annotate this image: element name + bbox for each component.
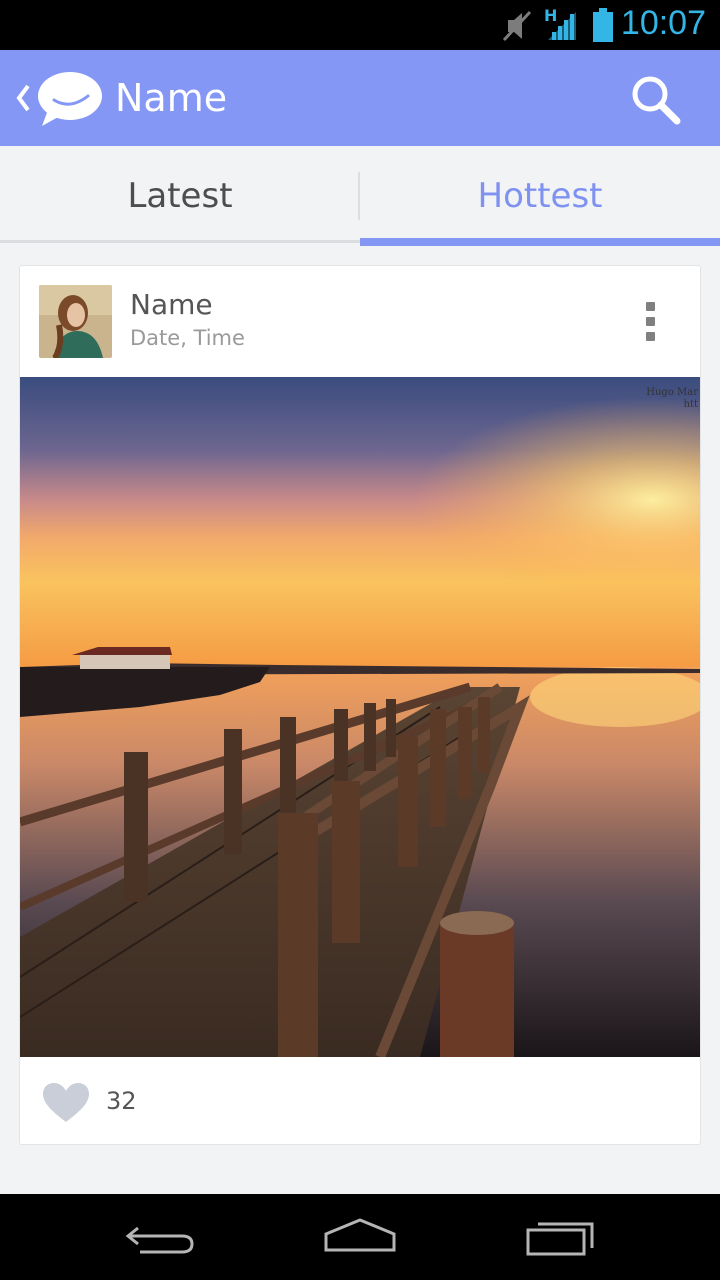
- post-photo[interactable]: Hugo Mar htt: [20, 377, 700, 1057]
- status-time: 10:07: [620, 4, 706, 42]
- signal-icon: [548, 12, 576, 40]
- author-name[interactable]: Name: [130, 288, 213, 321]
- post-datetime: Date, Time: [130, 326, 245, 350]
- like-count: 32: [106, 1087, 137, 1115]
- search-icon[interactable]: [626, 70, 686, 130]
- tab-hottest[interactable]: Hottest: [360, 146, 720, 246]
- battery-icon: [593, 8, 613, 42]
- status-bar: H 10:07: [0, 0, 720, 50]
- tab-underline: [0, 240, 360, 243]
- recent-apps-icon[interactable]: [522, 1214, 602, 1260]
- back-chevron-icon[interactable]: [12, 80, 32, 116]
- chat-bubble-logo-icon: [38, 72, 102, 126]
- tab-latest[interactable]: Latest: [0, 146, 360, 246]
- back-icon[interactable]: [120, 1214, 200, 1260]
- photo-credit: Hugo Mar htt: [646, 387, 698, 410]
- avatar[interactable]: [39, 285, 112, 358]
- app-title: Name: [115, 76, 228, 120]
- post-card[interactable]: Name Date, Time Hugo Mar htt 32: [19, 265, 701, 1145]
- more-vert-icon[interactable]: [646, 302, 655, 344]
- tab-selected-indicator: [360, 238, 720, 246]
- nav-bar: [0, 1194, 720, 1280]
- app-bar: Name: [0, 50, 720, 146]
- tab-bar: Latest Hottest: [0, 146, 720, 246]
- home-icon[interactable]: [320, 1214, 400, 1260]
- heart-icon[interactable]: [42, 1082, 90, 1124]
- mute-icon: [502, 10, 532, 42]
